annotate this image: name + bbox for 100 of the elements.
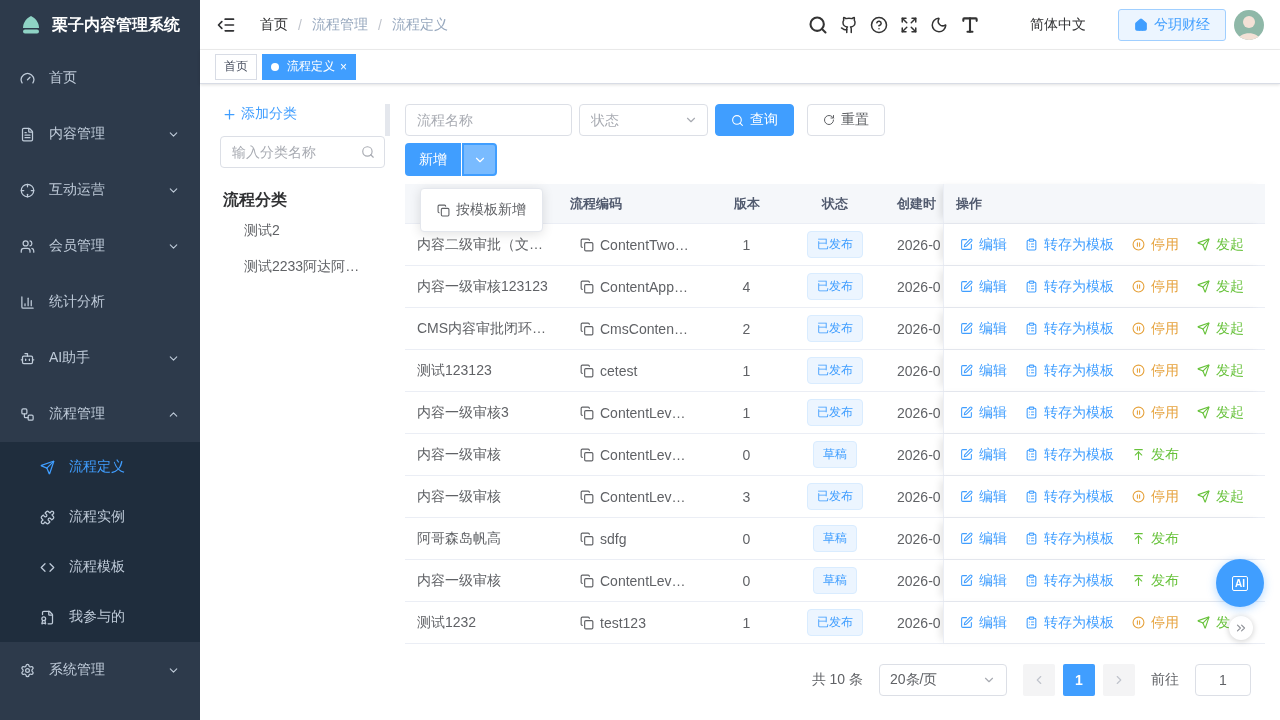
action-link[interactable]: 发起 bbox=[1197, 235, 1244, 254]
sidebar-item[interactable]: 流程管理 bbox=[0, 386, 200, 442]
action-link[interactable]: 停用 bbox=[1132, 403, 1179, 422]
upload-icon bbox=[1132, 574, 1145, 587]
copy-icon[interactable] bbox=[580, 447, 594, 462]
upload-icon bbox=[1132, 532, 1145, 545]
action-link[interactable]: 转存为模板 bbox=[1025, 487, 1114, 506]
action-link[interactable]: 发布 bbox=[1132, 571, 1179, 590]
sidebar-subitem[interactable]: 流程实例 bbox=[0, 492, 200, 542]
copy-icon[interactable] bbox=[580, 615, 594, 630]
action-link[interactable]: 发起 bbox=[1197, 319, 1244, 338]
copy-icon[interactable] bbox=[580, 531, 594, 546]
action-link[interactable]: 发起 bbox=[1197, 361, 1244, 380]
copy-icon[interactable] bbox=[580, 321, 594, 336]
action-link[interactable]: 转存为模板 bbox=[1025, 529, 1114, 548]
query-button[interactable]: 查询 bbox=[715, 104, 794, 136]
page-size-select[interactable]: 20条/页 bbox=[879, 664, 1007, 696]
settings-icon bbox=[20, 662, 35, 678]
action-link[interactable]: 编辑 bbox=[960, 361, 1007, 380]
action-link[interactable]: 发 bbox=[1197, 613, 1230, 632]
flowchart-icon bbox=[20, 406, 35, 422]
copy-icon[interactable] bbox=[580, 405, 594, 420]
action-link[interactable]: 停用 bbox=[1132, 319, 1179, 338]
fullscreen-icon[interactable] bbox=[900, 15, 918, 34]
action-link[interactable]: 转存为模板 bbox=[1025, 277, 1114, 296]
action-link[interactable]: 停用 bbox=[1132, 235, 1179, 254]
action-link[interactable]: 发布 bbox=[1132, 529, 1179, 548]
sidebar-subitem[interactable]: 流程模板 bbox=[0, 542, 200, 592]
column-header: 创建时 bbox=[896, 194, 937, 213]
moon-icon[interactable] bbox=[930, 15, 948, 34]
add-button[interactable]: 新增 bbox=[405, 143, 461, 176]
breadcrumb-item[interactable]: 流程定义 bbox=[391, 15, 448, 34]
action-link[interactable]: 发起 bbox=[1197, 487, 1244, 506]
action-link[interactable]: 编辑 bbox=[960, 403, 1007, 422]
sidebar-item[interactable]: 首页 bbox=[0, 50, 200, 106]
action-link[interactable]: 转存为模板 bbox=[1025, 403, 1114, 422]
copy-icon[interactable] bbox=[580, 237, 594, 252]
action-link[interactable]: 编辑 bbox=[960, 445, 1007, 464]
action-link[interactable]: 停用 bbox=[1132, 361, 1179, 380]
status-tag: 草稿 bbox=[813, 567, 857, 594]
action-link[interactable]: 转存为模板 bbox=[1025, 361, 1114, 380]
category-search-field[interactable]: 输入分类名称 bbox=[220, 136, 385, 168]
sidebar-subitem[interactable]: 我参与的 bbox=[0, 592, 200, 642]
breadcrumb-item[interactable]: 首页 bbox=[260, 15, 288, 34]
action-link[interactable]: 停用 bbox=[1132, 487, 1179, 506]
app-title: 栗子内容管理系统 bbox=[52, 14, 180, 35]
action-link[interactable]: 编辑 bbox=[960, 319, 1007, 338]
action-link[interactable]: 停用 bbox=[1132, 613, 1179, 632]
reset-button[interactable]: 重置 bbox=[807, 104, 885, 136]
breadcrumb-item[interactable]: 流程管理 bbox=[311, 15, 368, 34]
search-icon[interactable] bbox=[808, 14, 828, 35]
table-cell: cetest bbox=[600, 362, 638, 379]
category-item[interactable]: 测试2 bbox=[220, 215, 385, 247]
github-icon[interactable] bbox=[840, 15, 858, 34]
category-item[interactable]: 测试2233阿达阿… bbox=[220, 251, 385, 283]
sidebar-item[interactable]: 互动运营 bbox=[0, 162, 200, 218]
action-link[interactable]: 转存为模板 bbox=[1025, 319, 1114, 338]
status-select[interactable]: 状态 bbox=[579, 104, 708, 136]
page-tab[interactable]: 流程定义 × bbox=[262, 53, 356, 80]
sidebar-item[interactable]: 会员管理 bbox=[0, 218, 200, 274]
tenant-button[interactable]: 兮玥财经 bbox=[1118, 8, 1226, 41]
sidebar-item[interactable]: 统计分析 bbox=[0, 274, 200, 330]
language-selector[interactable]: 简体中文 bbox=[1030, 15, 1086, 34]
action-link[interactable]: 转存为模板 bbox=[1025, 571, 1114, 590]
copy-icon[interactable] bbox=[580, 573, 594, 588]
add-category-button[interactable]: 添加分类 bbox=[220, 104, 299, 124]
action-link[interactable]: 编辑 bbox=[960, 529, 1007, 548]
page-tab[interactable]: 首页 bbox=[215, 53, 257, 80]
menu-item[interactable]: 按模板新增 bbox=[421, 194, 542, 226]
page-button[interactable]: 1 bbox=[1063, 664, 1095, 696]
font-size-icon[interactable] bbox=[960, 14, 980, 35]
name-filter-field[interactable]: 流程名称 bbox=[405, 104, 572, 136]
pause-icon bbox=[1132, 490, 1145, 503]
sidebar-item[interactable]: 内容管理 bbox=[0, 106, 200, 162]
copy-icon[interactable] bbox=[580, 279, 594, 294]
gauge-icon bbox=[20, 70, 35, 86]
resize-handle[interactable] bbox=[385, 104, 390, 136]
action-link[interactable]: 编辑 bbox=[960, 571, 1007, 590]
action-link[interactable]: 编辑 bbox=[960, 487, 1007, 506]
action-link[interactable]: 发布 bbox=[1132, 445, 1179, 464]
help-icon[interactable] bbox=[870, 15, 888, 34]
sidebar-item[interactable]: AI助手 bbox=[0, 330, 200, 386]
sidebar-item[interactable]: 系统管理 bbox=[0, 642, 200, 698]
close-icon[interactable]: × bbox=[340, 59, 347, 74]
action-link[interactable]: 编辑 bbox=[960, 235, 1007, 254]
action-link[interactable]: 转存为模板 bbox=[1025, 613, 1114, 632]
action-link[interactable]: 编辑 bbox=[960, 277, 1007, 296]
copy-icon[interactable] bbox=[580, 489, 594, 504]
action-link[interactable]: 发起 bbox=[1197, 403, 1244, 422]
sidebar-subitem[interactable]: 流程定义 bbox=[0, 442, 200, 492]
action-link[interactable]: 转存为模板 bbox=[1025, 445, 1114, 464]
table-cell: 内容二级审批（文… bbox=[417, 235, 543, 254]
action-link[interactable]: 转存为模板 bbox=[1025, 235, 1114, 254]
table-cell: 阿哥森岛帆高 bbox=[417, 529, 501, 548]
document-badge-icon bbox=[40, 609, 55, 625]
goto-page-field[interactable]: 1 bbox=[1195, 664, 1251, 696]
action-link[interactable]: 停用 bbox=[1132, 277, 1179, 296]
copy-icon[interactable] bbox=[580, 363, 594, 378]
action-link[interactable]: 发起 bbox=[1197, 277, 1244, 296]
action-link[interactable]: 编辑 bbox=[960, 613, 1007, 632]
